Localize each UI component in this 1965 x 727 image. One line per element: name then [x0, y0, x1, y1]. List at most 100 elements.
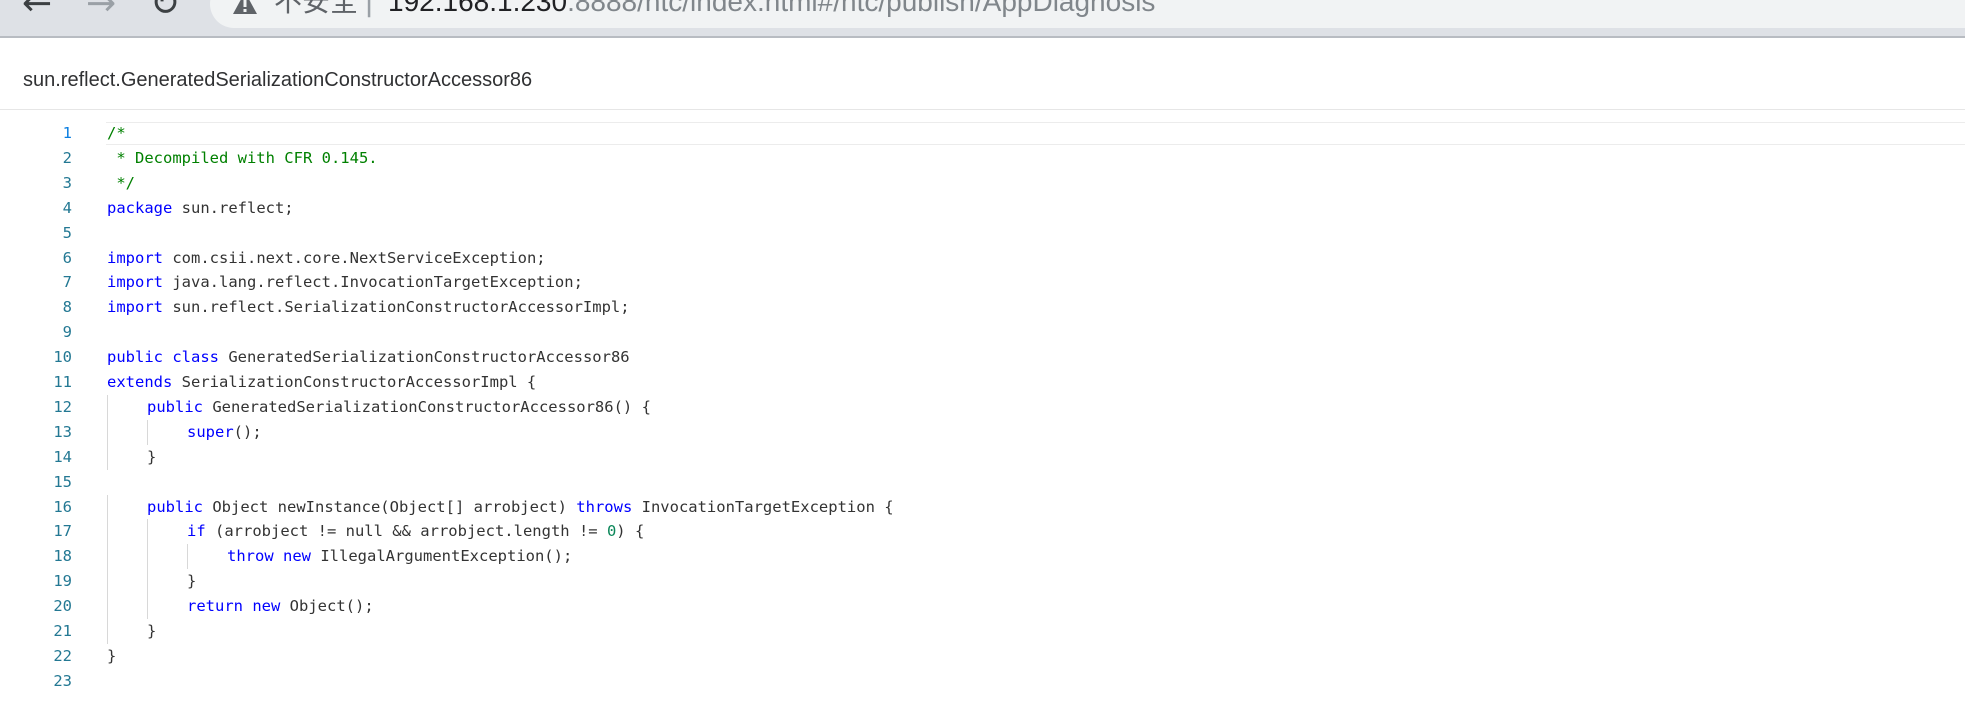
- code-token: }: [187, 572, 197, 591]
- code-text: throw new IllegalArgumentException();: [227, 544, 572, 569]
- code-text: public class GeneratedSerializationConst…: [107, 345, 630, 370]
- line-number: 15: [53, 472, 72, 491]
- url-text[interactable]: 192.168.1.230:8888/ntc/index.html#/ntc/p…: [388, 0, 1155, 16]
- code-text: public Object newInstance(Object[] arrob…: [147, 495, 894, 520]
- url-host: 192.168.1.230: [388, 0, 568, 17]
- code-token: */: [107, 173, 135, 192]
- code-line: 13 super();: [0, 419, 1965, 445]
- code-token: Object();: [280, 597, 374, 616]
- code-token: public: [147, 497, 203, 516]
- code-token: GeneratedSerializationConstructorAccesso…: [219, 348, 630, 367]
- line-number: 17: [53, 522, 72, 541]
- indent-guide: [107, 544, 108, 570]
- code-token: /*: [107, 124, 126, 142]
- line-number: 1: [62, 124, 72, 142]
- reload-icon[interactable]: ↻: [150, 0, 180, 22]
- code-text: super();: [187, 420, 262, 445]
- code-line: 21}: [0, 619, 1965, 644]
- code-token: package: [107, 198, 173, 217]
- code-token: Object newInstance(Object[] arrobject): [203, 497, 577, 516]
- line-number: 21: [53, 622, 72, 640]
- indent-guide: [107, 419, 108, 445]
- code-token: InvocationTargetException {: [632, 497, 894, 516]
- line-number: 14: [53, 447, 72, 466]
- code-text: if (arrobject != null && arrobject.lengt…: [187, 519, 644, 544]
- indent-guide: [147, 519, 148, 545]
- code-token: public: [147, 397, 203, 416]
- code-token: return: [187, 597, 243, 616]
- code-token: com.csii.next.core.NextServiceException;: [163, 248, 546, 267]
- indent-guide: [187, 544, 188, 570]
- code-line: 15: [0, 470, 1965, 495]
- code-editor[interactable]: 1/* 2 * Decompiled with CFR 0.145. 3 */4 pa…: [0, 121, 1965, 701]
- indent-guide: [107, 494, 108, 520]
- back-arrow-icon[interactable]: ←: [22, 0, 52, 22]
- line-number: 7: [62, 273, 72, 292]
- indent-guide: [107, 444, 108, 470]
- code-text: }: [147, 445, 156, 470]
- line-number: 22: [53, 646, 72, 665]
- code-token: 0: [606, 522, 617, 541]
- code-line: 20 return new Object();: [0, 594, 1965, 619]
- code-token: import: [107, 248, 163, 267]
- line-number: 3: [62, 173, 72, 192]
- warning-icon[interactable]: [232, 0, 258, 16]
- indent-guide: [107, 519, 108, 545]
- indent-guide: [147, 569, 148, 595]
- code-text: import com.csii.next.core.NextServiceExc…: [107, 246, 546, 271]
- code-token: extends: [107, 373, 173, 391]
- indent-guide: [147, 594, 148, 619]
- code-line: 8 import sun.reflect.SerializationConstru…: [0, 295, 1965, 320]
- page-title: sun.reflect.GeneratedSerializationConstr…: [23, 69, 533, 91]
- code-token: }: [147, 447, 157, 466]
- line-number: 18: [53, 547, 72, 566]
- indent-guide: [147, 544, 148, 570]
- code-line: 7 import java.lang.reflect.InvocationTarg…: [0, 270, 1965, 295]
- code-text: * Decompiled with CFR 0.145.: [107, 146, 377, 171]
- indent-guide: [147, 419, 148, 445]
- code-text: public GeneratedSerializationConstructor…: [147, 395, 651, 420]
- header-divider: [0, 109, 1965, 110]
- code-line: 16 public Object newInstance(Object[] arr…: [0, 494, 1965, 520]
- code-token: GeneratedSerializationConstructorAccesso…: [203, 397, 651, 416]
- code-token: }: [107, 646, 117, 665]
- code-text: }: [107, 644, 116, 669]
- code-line: 11 extends SerializationConstructorAccess…: [0, 370, 1965, 395]
- security-label[interactable]: 不安全: [274, 0, 358, 16]
- code-token: public: [107, 348, 163, 367]
- code-token: import: [107, 298, 163, 317]
- code-text: return new Object();: [187, 594, 374, 619]
- code-text: /*: [107, 121, 126, 146]
- code-text: }: [187, 569, 196, 594]
- code-line: 23: [0, 669, 1965, 694]
- address-separator: |: [364, 0, 375, 18]
- code-line: 2 * Decompiled with CFR 0.145.: [0, 146, 1965, 171]
- code-text: */: [107, 171, 135, 196]
- code-line: 12 public GeneratedSerializationConstruct…: [0, 394, 1965, 420]
- url-path: :8888/ntc/index.html#/ntc/publish/AppDia…: [567, 0, 1156, 17]
- code-text: package sun.reflect;: [107, 196, 294, 221]
- code-token: super: [187, 422, 234, 441]
- code-text: }: [147, 619, 156, 644]
- indent-guide: [107, 619, 108, 644]
- line-number: 20: [53, 597, 72, 616]
- code-line: 17 if (arrobject != null && arrobject.len…: [0, 519, 1965, 545]
- code-token: class: [172, 348, 220, 367]
- line-number: 8: [62, 298, 72, 317]
- code-token: (arrobject != null && arrobject.length !…: [205, 522, 607, 541]
- code-token: throws: [576, 497, 633, 516]
- indent-guide: [107, 569, 108, 595]
- line-number: 11: [53, 373, 72, 391]
- indent-guide: [107, 394, 108, 420]
- code-line: 5: [0, 221, 1965, 246]
- line-number: 13: [53, 422, 72, 441]
- code-text: import java.lang.reflect.InvocationTarge…: [107, 270, 583, 295]
- forward-arrow-icon[interactable]: →: [86, 0, 116, 22]
- line-number: 2: [62, 148, 72, 167]
- code-text: import sun.reflect.SerializationConstruc…: [107, 295, 630, 320]
- code-token: sun.reflect.SerializationConstructorAcce…: [163, 298, 630, 317]
- code-token: sun.reflect;: [172, 198, 294, 217]
